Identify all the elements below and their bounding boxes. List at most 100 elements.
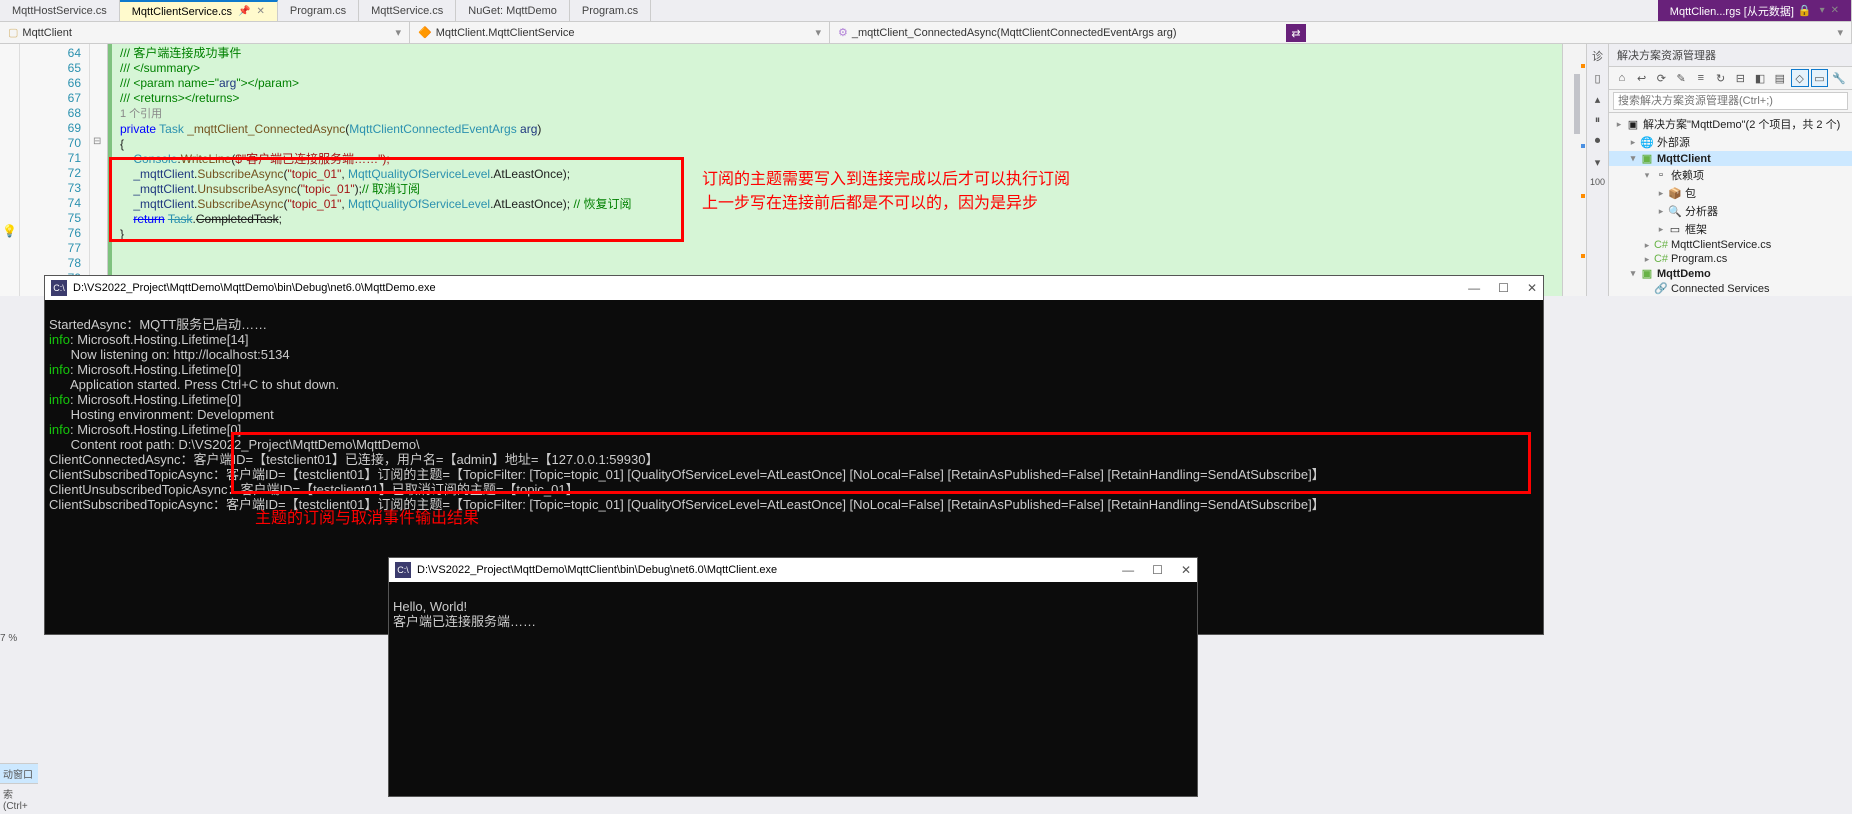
lock-icon: 🔒 (1798, 4, 1812, 17)
solution-explorer-title: 解决方案资源管理器 (1609, 44, 1852, 67)
console2-title: D:\VS2022_Project\MqttDemo\MqttClient\bi… (417, 564, 777, 576)
class-icon: 🔶 (418, 26, 432, 39)
console1-title: D:\VS2022_Project\MqttDemo\MqttDemo\bin\… (73, 282, 436, 294)
close-icon[interactable]: ✕ (1181, 563, 1191, 577)
tab-metadata[interactable]: MqttClien...rgs [从元数据]🔒▾✕ (1658, 0, 1852, 21)
annotation-box-code (109, 157, 684, 242)
solution-icon: ▣ (1625, 118, 1641, 131)
cs-file-icon: C# (1653, 239, 1669, 251)
refresh-icon[interactable]: ↻ (1712, 69, 1730, 87)
solution-explorer: 解决方案资源管理器 ⌂ ↩ ⟳ ✎ ≡ ↻ ⊟ ◧ ▤ ◇ ▭ 🔧 ▸▣解决方案… (1608, 44, 1852, 296)
tab-mqtthostservice[interactable]: MqttHostService.cs (0, 0, 120, 21)
connected-icon: 🔗 (1653, 282, 1669, 295)
method-icon: ⚙ (838, 26, 848, 39)
console-window-client: C:\ D:\VS2022_Project\MqttDemo\MqttClien… (388, 557, 1198, 797)
nav-class[interactable]: 🔶MqttClient.MqttClientService▾ (410, 22, 830, 43)
preview-icon[interactable]: ◇ (1791, 69, 1809, 87)
solution-toolbar: ⌂ ↩ ⟳ ✎ ≡ ↻ ⊟ ◧ ▤ ◇ ▭ 🔧 (1609, 67, 1852, 90)
solution-tree[interactable]: ▸▣解决方案"MqttDemo"(2 个项目，共 2 个) ▸🌐外部源 ▾▣Mq… (1609, 113, 1852, 296)
minimize-icon[interactable]: — (1468, 281, 1480, 295)
diag-icon[interactable]: 诊 (1592, 48, 1603, 64)
maximize-icon[interactable]: ☐ (1498, 281, 1509, 295)
back-icon[interactable]: ↩ (1633, 69, 1651, 87)
tab-mqttclientservice[interactable]: MqttClientService.cs📌✕ (120, 0, 278, 21)
brush-icon[interactable]: ✎ (1672, 69, 1690, 87)
cmd-icon: C:\ (395, 562, 411, 578)
tree-packages[interactable]: ▸📦包 (1609, 184, 1852, 202)
tree-frameworks[interactable]: ▸▭框架 (1609, 220, 1852, 238)
tree-deps[interactable]: ▾▫依赖项 (1609, 166, 1852, 184)
live-share-icon[interactable]: ⇄ (1286, 24, 1306, 42)
tree-project-mqttdemo[interactable]: ▾▣MqttDemo (1609, 266, 1852, 281)
tree-file-clientservice[interactable]: ▸C#MqttClientService.cs (1609, 238, 1852, 252)
editor-scrollbar[interactable] (1562, 44, 1586, 296)
close-icon[interactable]: ✕ (256, 6, 264, 17)
tree-analyzers[interactable]: ▸🔍分析器 (1609, 202, 1852, 220)
deps-icon: ▫ (1653, 169, 1669, 181)
tree-project-mqttclient[interactable]: ▾▣MqttClient (1609, 151, 1852, 166)
line-numbers: 64656667686970717273747576777879 (20, 44, 90, 296)
tab-program1[interactable]: Program.cs (278, 0, 359, 21)
maximize-icon[interactable]: ☐ (1152, 563, 1163, 577)
tree-external[interactable]: ▸🌐外部源 (1609, 133, 1852, 151)
properties-icon[interactable]: ▤ (1771, 69, 1789, 87)
filter-icon[interactable]: ≡ (1692, 69, 1710, 87)
cs-file-icon: C# (1653, 253, 1669, 265)
cmd-icon: C:\ (51, 280, 67, 296)
console2-output[interactable]: Hello, World!客户端已连接服务端…… (389, 582, 1197, 661)
autos-window-tab[interactable]: 动窗口 (0, 763, 38, 783)
tree-connected-services[interactable]: 🔗Connected Services (1609, 281, 1852, 296)
wrench-icon[interactable]: 🔧 (1830, 69, 1848, 87)
close-icon[interactable]: ✕ (1527, 281, 1537, 295)
navigation-bar: ▢MqttClient▾ 🔶MqttClient.MqttClientServi… (0, 22, 1852, 44)
collapse-icon[interactable]: ⊟ (93, 136, 101, 147)
bottom-tool-windows: 动窗口 索 (Ctrl+ (0, 763, 38, 814)
package-icon: 📦 (1667, 187, 1683, 200)
framework-icon: ▭ (1667, 223, 1683, 236)
home-icon[interactable]: ⌂ (1613, 69, 1631, 87)
annotation-text-console: 主题的订阅与取消事件输出结果 (255, 504, 479, 528)
solution-search-input[interactable] (1613, 92, 1848, 110)
annotation-text-1: 订阅的主题需要写入到连接完成以后才可以执行订阅 (702, 172, 1070, 187)
console2-titlebar[interactable]: C:\ D:\VS2022_Project\MqttDemo\MqttClien… (389, 558, 1197, 582)
analyzer-icon: 🔍 (1667, 205, 1683, 218)
code-text[interactable]: /// 客户端连接成功事件 /// </summary> /// <param … (108, 44, 1562, 296)
indicator-margin: 💡 (0, 44, 20, 296)
scroll-thumb[interactable] (1574, 74, 1580, 134)
showall-icon[interactable]: ◧ (1751, 69, 1769, 87)
annotation-text-2: 上一步写在连接前后都是不可以的，因为是异步 (702, 196, 1038, 211)
code-editor[interactable]: 💡 64656667686970717273747576777879 ⊟ ///… (0, 44, 1586, 296)
tab-mqttservice[interactable]: MqttService.cs (359, 0, 456, 21)
lightbulb-icon[interactable]: 💡 (2, 224, 17, 238)
minimize-icon[interactable]: — (1122, 563, 1134, 577)
tab-program2[interactable]: Program.cs (570, 0, 651, 21)
tree-file-program[interactable]: ▸C#Program.cs (1609, 252, 1852, 266)
external-icon: 🌐 (1639, 136, 1655, 149)
tree-solution-root[interactable]: ▸▣解决方案"MqttDemo"(2 个项目，共 2 个) (1609, 115, 1852, 133)
record-icon[interactable]: ⏺ (1595, 135, 1601, 148)
csharp-icon: ▢ (8, 26, 18, 39)
csproj-icon: ▣ (1639, 152, 1655, 165)
pin-icon[interactable]: 📌 (238, 6, 250, 17)
editor-side-toolbar: 诊 ▯ ▴ ⏸ ⏺ ▾ 100 (1586, 44, 1608, 296)
nav-method[interactable]: ⚙_mqttClient_ConnectedAsync(MqttClientCo… (830, 22, 1852, 43)
tab-nuget[interactable]: NuGet: MqttDemo (456, 0, 570, 21)
collapse-icon[interactable]: ⊟ (1732, 69, 1750, 87)
split-icon[interactable]: ▯ (1594, 72, 1600, 85)
annotation-box-console (231, 432, 1531, 494)
search-hint: 索 (Ctrl+ (0, 783, 38, 814)
close-icon[interactable]: ✕ (1831, 5, 1839, 16)
percent-label: 100 (1590, 177, 1605, 187)
status-percent: 7 % (0, 633, 30, 644)
console1-titlebar[interactable]: C:\ D:\VS2022_Project\MqttDemo\MqttDemo\… (45, 276, 1543, 300)
document-tab-bar: MqttHostService.cs MqttClientService.cs📌… (0, 0, 1852, 22)
csproj-icon: ▣ (1639, 267, 1655, 280)
outlining-margin: ⊟ (90, 44, 108, 296)
nav-project[interactable]: ▢MqttClient▾ (0, 22, 410, 43)
pause-icon[interactable]: ⏸ (1595, 114, 1601, 127)
arrow-up-icon[interactable]: ▴ (1595, 93, 1601, 106)
solution-search (1609, 90, 1852, 113)
sync-icon[interactable]: ⟳ (1653, 69, 1671, 87)
view-icon[interactable]: ▭ (1811, 69, 1829, 87)
arrow-down-icon[interactable]: ▾ (1595, 156, 1601, 169)
